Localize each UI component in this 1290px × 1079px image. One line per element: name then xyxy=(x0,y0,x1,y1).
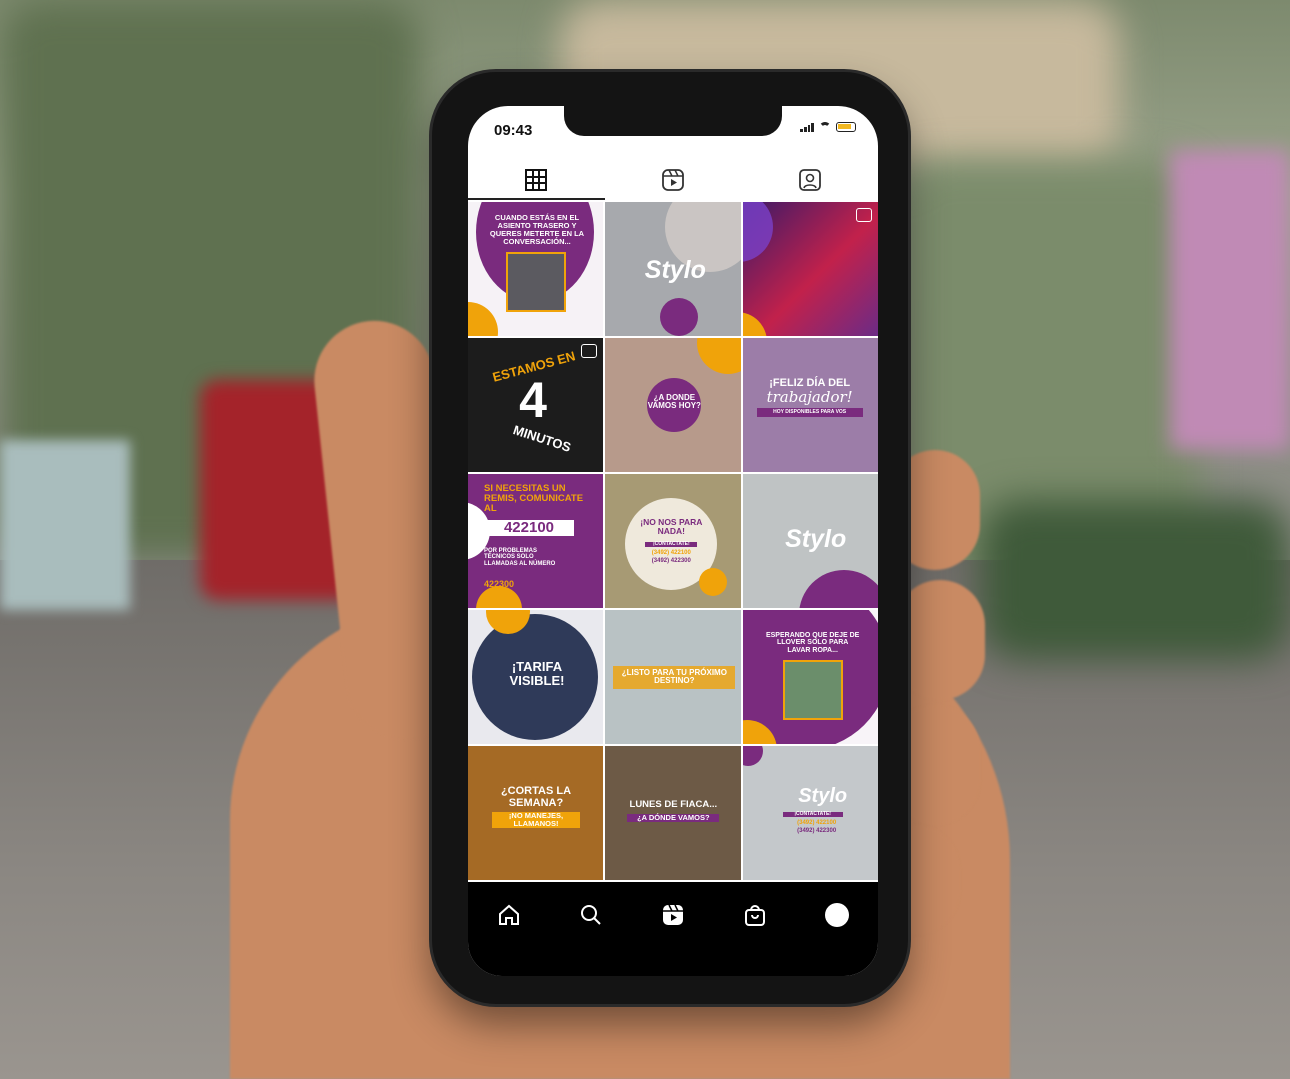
post-caption: ¡NO MANEJES, LLAMANOS! xyxy=(492,812,580,828)
post-tile[interactable]: ¿LISTO PARA TU PRÓXIMO DESTINO? xyxy=(605,610,741,744)
post-tile[interactable]: ESTAMOS EN 4 MINUTOS xyxy=(468,338,604,472)
phone-number: (3492) 422300 xyxy=(651,558,691,564)
grid-icon xyxy=(525,169,548,191)
nav-reels[interactable] xyxy=(658,900,688,930)
post-caption: SI NECESITAS UN REMIS, COMUNICATE AL xyxy=(484,483,584,514)
phone-number: 422100 xyxy=(484,520,574,536)
status-time: 09:43 xyxy=(494,122,533,139)
bottom-navigation xyxy=(468,882,878,976)
post-caption: ¿LISTO PARA TU PRÓXIMO DESTINO? xyxy=(613,666,736,689)
phone-number: 422300 xyxy=(484,579,515,589)
post-caption: ¿A DÓNDE VAMOS? xyxy=(627,814,720,822)
planter-box xyxy=(0,440,130,610)
phone-number: (3492) 422100 xyxy=(651,550,691,556)
post-caption: LUNES DE FIACA... xyxy=(629,799,718,810)
post-caption: ¿A DONDE VAMOS HOY? xyxy=(647,393,701,411)
post-caption: trabajador! xyxy=(766,388,853,406)
post-caption: ¿CORTAS LA SEMANA? xyxy=(500,785,572,809)
profile-tabs xyxy=(468,160,878,200)
post-tile[interactable]: ¡NO NOS PARA NADA! ¡CONTACTATE! (3492) 4… xyxy=(605,474,741,608)
post-tile[interactable]: LUNES DE FIACA... ¿A DÓNDE VAMOS? xyxy=(605,746,741,880)
dog-photo xyxy=(506,252,566,312)
post-tile[interactable]: ESPERANDO QUE DEJE DE LLOVER SOLO PARA L… xyxy=(742,610,878,744)
post-tile[interactable]: ¡TARIFA VISIBLE! xyxy=(468,610,604,744)
post-tile[interactable]: Stylo xyxy=(605,202,741,336)
post-tile[interactable]: ¿CORTAS LA SEMANA? ¡NO MANEJES, LLAMANOS… xyxy=(468,746,604,880)
tab-grid[interactable] xyxy=(468,160,605,200)
post-tile[interactable]: Stylo xyxy=(742,474,878,608)
nav-profile[interactable] xyxy=(822,900,852,930)
post-caption: ¡NO NOS PARA NADA! xyxy=(640,517,703,536)
nav-shop[interactable] xyxy=(740,900,770,930)
battery-icon xyxy=(836,122,856,132)
post-caption: CUANDO ESTÁS EN EL ASIENTO TRASERO Y QUE… xyxy=(489,213,585,246)
nav-home[interactable] xyxy=(494,900,524,930)
signal-icon xyxy=(800,122,814,132)
post-tile[interactable]: CUANDO ESTÁS EN EL ASIENTO TRASERO Y QUE… xyxy=(468,202,604,336)
status-icons xyxy=(800,122,856,132)
stylo-logo: Stylo xyxy=(798,785,848,807)
nav-search[interactable] xyxy=(576,900,606,930)
stylo-logo: Stylo xyxy=(785,525,847,553)
tab-tagged[interactable] xyxy=(741,160,878,200)
home-icon xyxy=(499,904,519,925)
post-number: 4 xyxy=(519,372,547,428)
post-caption: ¡TARIFA VISIBLE! xyxy=(509,659,565,688)
hedge-right xyxy=(980,500,1290,660)
finger-2 xyxy=(895,580,985,700)
reels-icon xyxy=(663,904,683,925)
tab-reels[interactable] xyxy=(605,160,742,200)
post-caption: POR PROBLEMAS TÉCNICOS SOLO LLAMADAS AL … xyxy=(484,548,556,567)
reel-badge-icon xyxy=(855,208,872,222)
wifi-icon xyxy=(819,122,831,132)
stylo-logo: Stylo xyxy=(644,256,706,284)
phone-number: (3492) 422300 xyxy=(797,828,837,834)
search-icon xyxy=(581,905,601,925)
post-tile[interactable]: ¡FELIZ DÍA DEL trabajador! HOY DISPONIBL… xyxy=(742,338,878,472)
post-tile[interactable] xyxy=(742,202,878,336)
phone-screen: 09:43 CUANDO ESTÁS EN EL ASIENTO TRASERO… xyxy=(468,106,878,976)
notch xyxy=(564,106,782,136)
profile-avatar-icon xyxy=(825,903,849,927)
frog-photo xyxy=(782,660,843,720)
post-caption: ¡CONTACTATE! xyxy=(645,541,698,548)
post-caption: HOY DISPONIBLES PARA VOS xyxy=(756,408,863,418)
post-tile[interactable]: Stylo ¡CONTACTATE! (3492) 422100 (3492) … xyxy=(742,746,878,880)
post-tile[interactable]: ¿A DONDE VAMOS HOY? xyxy=(605,338,741,472)
post-caption: ¡CONTACTATE! xyxy=(782,811,843,818)
reel-badge-icon xyxy=(581,344,598,358)
reels-icon xyxy=(662,169,684,191)
tagged-person-icon xyxy=(798,169,821,191)
pink-house xyxy=(1170,150,1290,450)
post-grid: CUANDO ESTÁS EN EL ASIENTO TRASERO Y QUE… xyxy=(468,202,878,880)
phone-number: (3492) 422100 xyxy=(797,820,837,826)
post-caption: ESPERANDO QUE DEJE DE LLOVER SOLO PARA L… xyxy=(765,632,860,654)
post-tile[interactable]: SI NECESITAS UN REMIS, COMUNICATE AL 422… xyxy=(468,474,604,608)
shopping-bag-icon xyxy=(745,905,765,926)
